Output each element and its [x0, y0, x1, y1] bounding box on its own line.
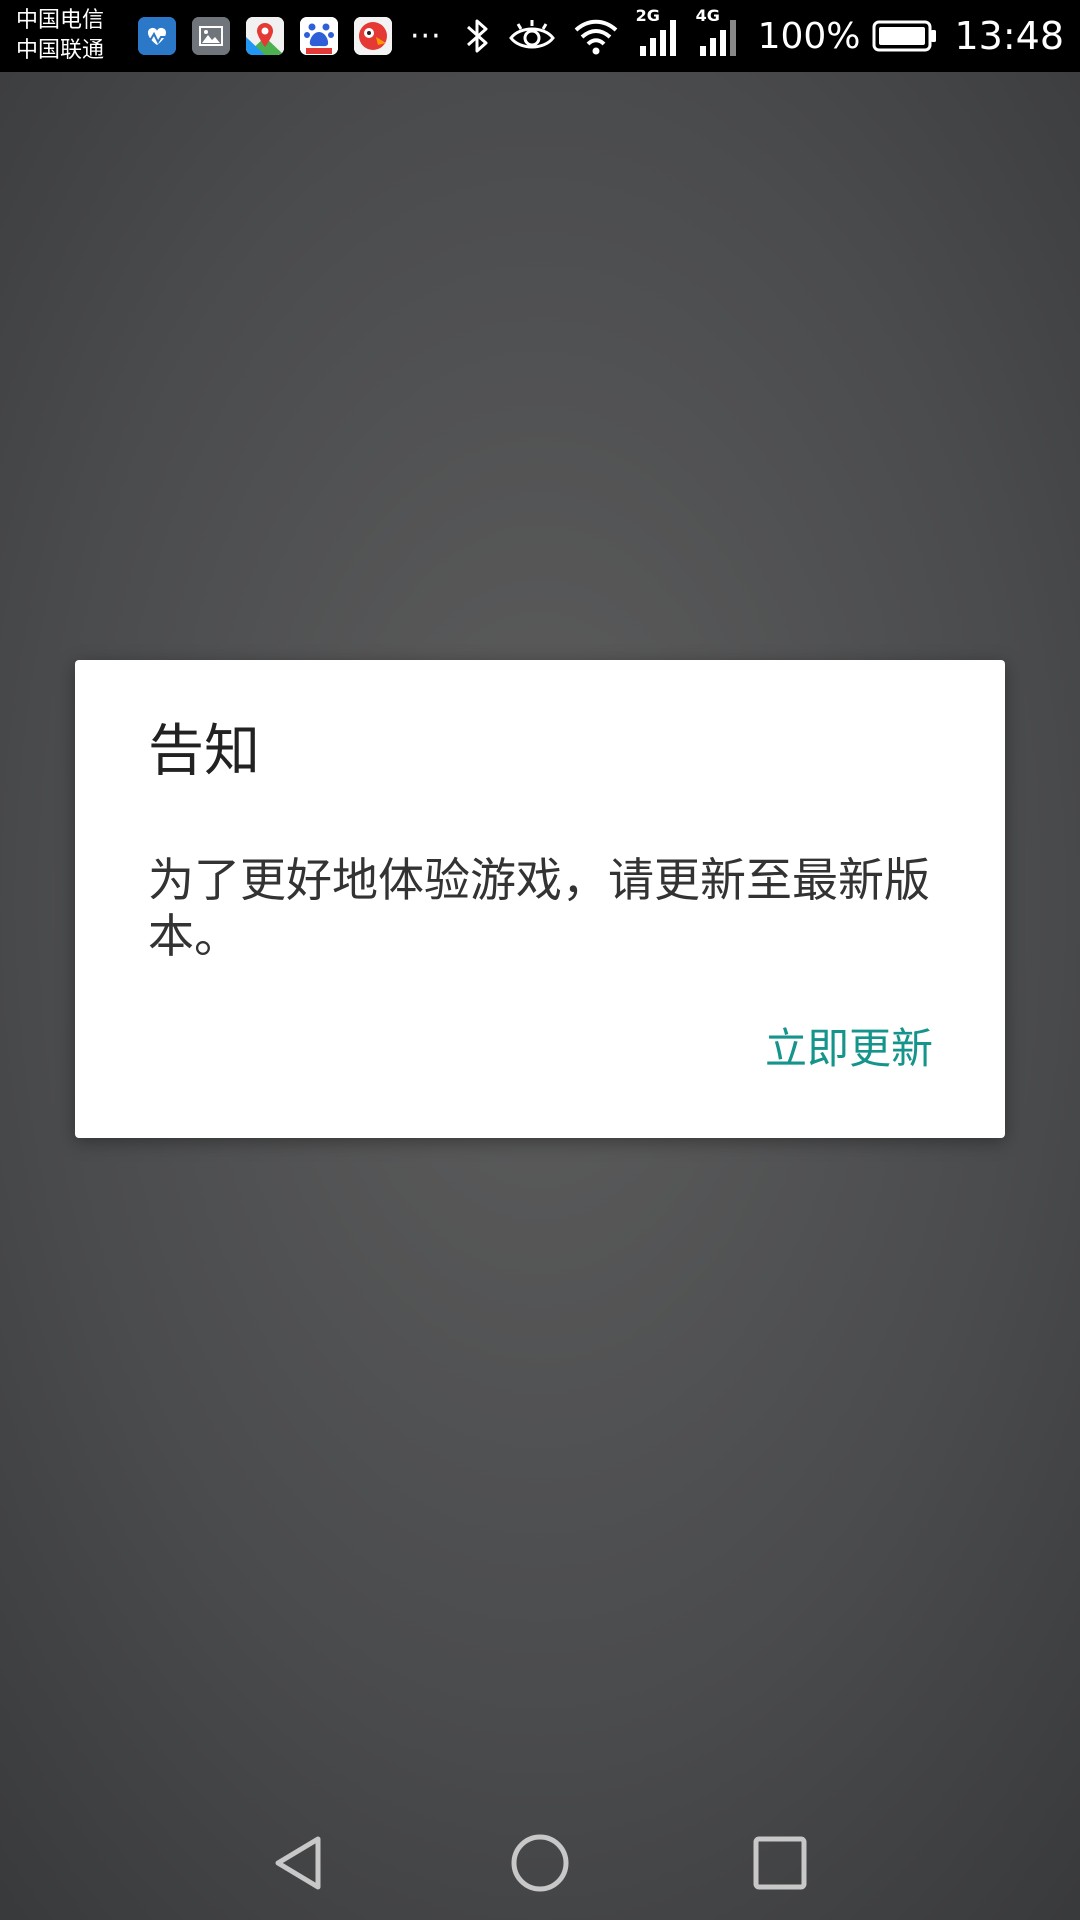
notification-icons: ···	[138, 17, 442, 55]
more-notifications-icon: ···	[410, 18, 442, 54]
signal-4g-icon: 4G	[696, 6, 740, 58]
screen: 中国电信 中国联通 ··· 2G 4G 100% 13:48 告知 为了更好地体…	[0, 0, 1080, 1920]
home-button[interactable]	[495, 1818, 585, 1908]
signal-2g-icon: 2G	[636, 6, 680, 58]
maps-icon	[246, 17, 284, 55]
carrier-1: 中国电信	[16, 8, 105, 33]
carrier-info: 中国电信 中国联通	[16, 6, 126, 66]
system-icons: 2G 4G 100% 13:48	[448, 6, 1064, 58]
dialog-title: 告知	[148, 719, 260, 784]
baidu-icon	[300, 17, 338, 55]
update-dialog: 告知 为了更好地体验游戏，请更新至最新版本。 立即更新	[75, 660, 1005, 1138]
recents-icon	[753, 1836, 807, 1890]
carrier-2: 中国联通	[16, 38, 105, 63]
health-app-icon	[138, 17, 176, 55]
battery-percentage: 100%	[757, 15, 861, 57]
recents-button[interactable]	[735, 1818, 825, 1908]
home-icon	[511, 1834, 569, 1892]
update-now-button[interactable]: 立即更新	[765, 1028, 933, 1070]
app-icon	[354, 17, 392, 55]
status-bar: 中国电信 中国联通 ··· 2G 4G 100% 13:48	[0, 0, 1080, 72]
wifi-icon	[572, 16, 620, 56]
gallery-icon	[192, 17, 230, 55]
battery-icon	[872, 19, 938, 53]
network-4g-label: 4G	[695, 6, 720, 25]
network-2g-label: 2G	[635, 6, 660, 25]
back-icon	[275, 1836, 321, 1890]
clock: 13:48	[954, 14, 1064, 58]
bluetooth-icon	[464, 16, 492, 56]
eye-comfort-icon	[508, 18, 556, 54]
back-button[interactable]	[255, 1818, 345, 1908]
dialog-message: 为了更好地体验游戏，请更新至最新版本。	[148, 853, 930, 963]
navigation-bar	[0, 1800, 1080, 1920]
